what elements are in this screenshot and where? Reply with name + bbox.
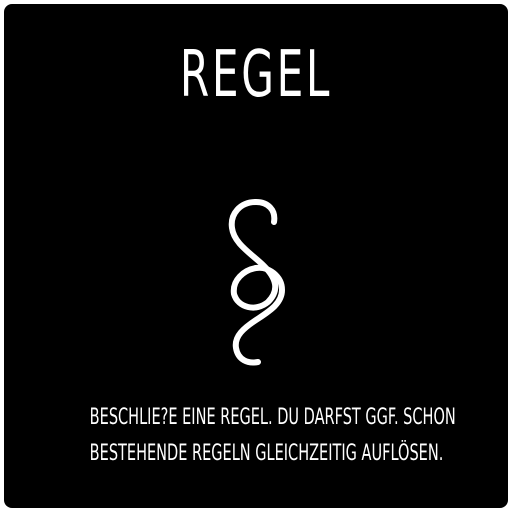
card-title: REGEL xyxy=(179,38,333,112)
section-sign-icon xyxy=(228,199,285,366)
card-text: BESCHLIE?E EINE REGEL. DU DARFST GGF. SC… xyxy=(4,400,508,472)
card-text-line-2: BESTEHENDE REGELN GLEICHZEITIG AUFLÖSEN. xyxy=(89,441,444,466)
card-text-line-1: BESCHLIE?E EINE REGEL. DU DARFST GGF. SC… xyxy=(89,405,456,430)
rule-card: REGEL BESCHLIE?E EINE REGEL. DU DARFST G… xyxy=(4,4,508,508)
